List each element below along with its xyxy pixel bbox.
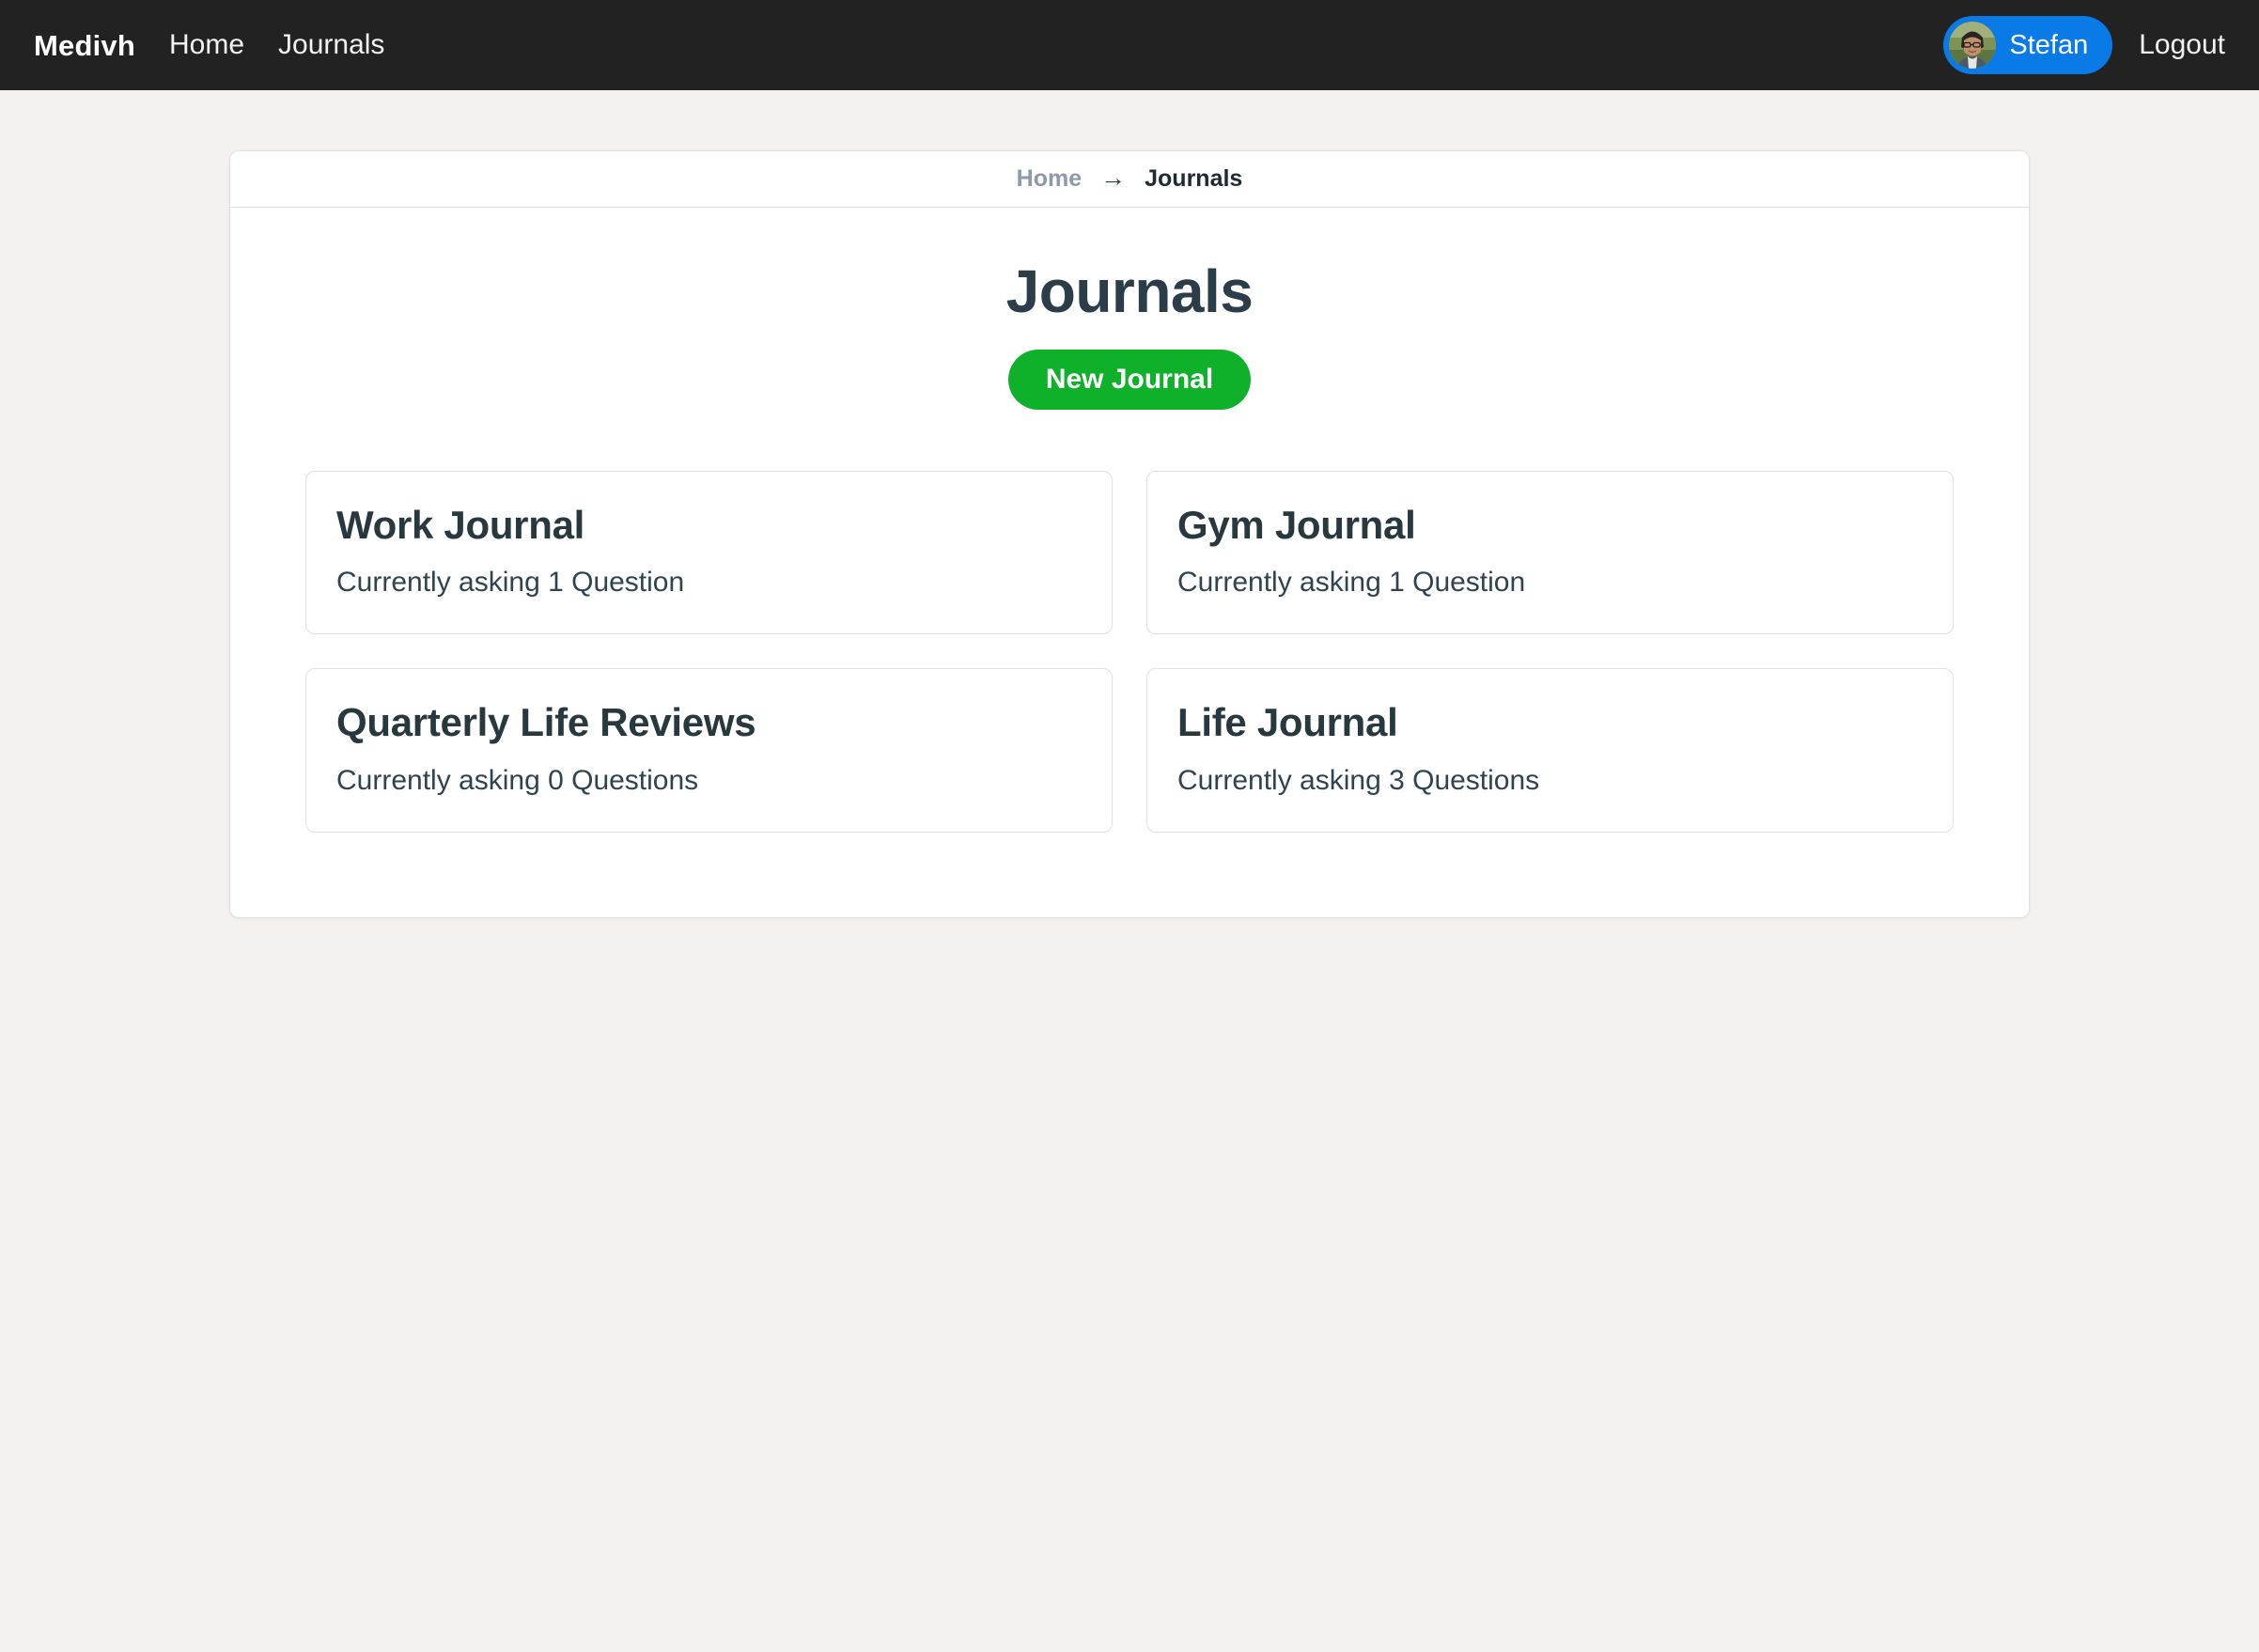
- panel-content: Journals New Journal Work Journal Curren…: [230, 208, 2029, 917]
- journal-card-quarterly-life-reviews[interactable]: Quarterly Life Reviews Currently asking …: [305, 668, 1113, 832]
- journals-grid: Work Journal Currently asking 1 Question…: [305, 471, 1954, 832]
- new-journal-button-wrap: New Journal: [230, 350, 2029, 410]
- navbar-right-group: Stefan Logout: [1943, 16, 2225, 74]
- main-panel: Home → Journals Journals New Journal Wor…: [229, 150, 2030, 918]
- journal-question-count: Currently asking 3 Questions: [1177, 764, 1923, 798]
- user-menu-button[interactable]: Stefan: [1943, 16, 2112, 74]
- nav-link-journals[interactable]: Journals: [278, 31, 384, 59]
- nav-link-home[interactable]: Home: [169, 31, 244, 59]
- logout-button[interactable]: Logout: [2139, 31, 2225, 59]
- breadcrumb: Home → Journals: [230, 151, 2029, 208]
- journal-question-count: Currently asking 1 Question: [1177, 566, 1923, 600]
- avatar: [1949, 22, 1996, 69]
- new-journal-button[interactable]: New Journal: [1008, 350, 1251, 410]
- journal-title: Work Journal: [336, 504, 1082, 547]
- journal-card-work-journal[interactable]: Work Journal Currently asking 1 Question: [305, 471, 1113, 634]
- arrow-right-icon: →: [1100, 165, 1126, 191]
- top-navbar: Medivh Home Journals: [0, 0, 2259, 90]
- journal-card-gym-journal[interactable]: Gym Journal Currently asking 1 Question: [1146, 471, 1954, 634]
- user-name-label: Stefan: [2009, 32, 2088, 59]
- journal-question-count: Currently asking 0 Questions: [336, 764, 1082, 798]
- page-body: Home → Journals Journals New Journal Wor…: [0, 90, 2259, 918]
- breadcrumb-current: Journals: [1145, 165, 1242, 193]
- journal-question-count: Currently asking 1 Question: [336, 566, 1082, 600]
- breadcrumb-home-link[interactable]: Home: [1017, 165, 1082, 193]
- journal-card-life-journal[interactable]: Life Journal Currently asking 3 Question…: [1146, 668, 1954, 832]
- journal-title: Quarterly Life Reviews: [336, 701, 1082, 744]
- navbar-left-group: Medivh Home Journals: [34, 31, 384, 60]
- page-title: Journals: [230, 260, 2029, 323]
- brand-logo[interactable]: Medivh: [34, 31, 135, 60]
- journal-title: Life Journal: [1177, 701, 1923, 744]
- journal-title: Gym Journal: [1177, 504, 1923, 547]
